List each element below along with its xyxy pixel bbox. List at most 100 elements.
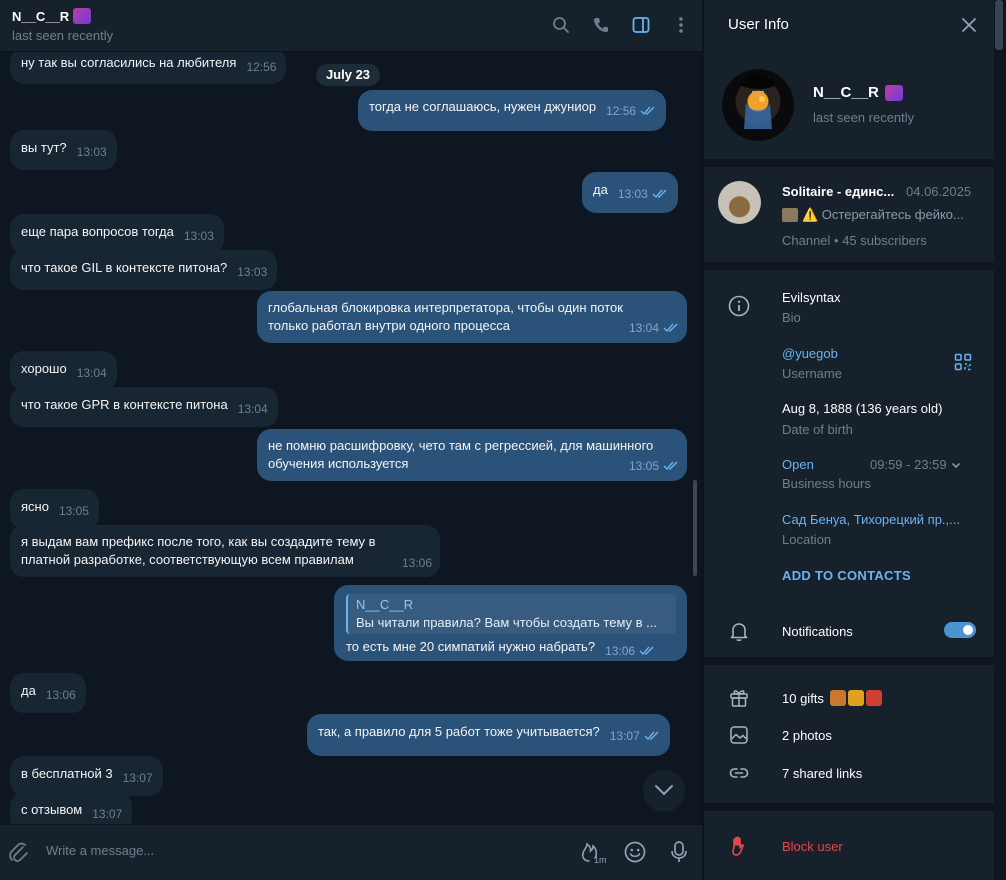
emoji-icon[interactable] bbox=[622, 839, 648, 865]
username-value[interactable]: @yuegob bbox=[782, 346, 838, 361]
phone-call-icon[interactable] bbox=[590, 14, 612, 36]
sidebar-toggle-icon[interactable] bbox=[630, 14, 652, 36]
read-checks-icon bbox=[652, 186, 668, 204]
link-icon bbox=[728, 762, 750, 784]
message-list[interactable]: July 23 ну так вы согласились на любител… bbox=[0, 52, 702, 824]
bio-value: Evilsyntax bbox=[782, 290, 841, 305]
block-hand-icon bbox=[728, 835, 750, 857]
message-time: 13:05 bbox=[628, 459, 659, 473]
business-hours-dropdown[interactable]: 09:59 - 23:59 bbox=[870, 457, 961, 472]
message-incoming[interactable]: вы тут? 13:03 bbox=[10, 130, 117, 170]
message-text: глобальная блокировка интерпретатора, чт… bbox=[268, 300, 623, 333]
message-text: что такое GPR в контексте питона bbox=[21, 397, 228, 412]
message-text: с отзывом bbox=[21, 802, 83, 817]
microphone-icon[interactable] bbox=[666, 839, 692, 865]
chat-title[interactable]: N__C__R bbox=[12, 8, 92, 24]
message-incoming[interactable]: с отзывом 13:07 bbox=[10, 792, 133, 824]
message-text: не помню расшифровку, чето там с регресс… bbox=[268, 438, 654, 471]
message-time: 13:07 bbox=[92, 807, 123, 821]
premium-emoji-icon bbox=[884, 84, 903, 101]
message-incoming[interactable]: ну так вы согласились на любителя 12:56 bbox=[10, 52, 287, 84]
shared-links-row[interactable]: 7 shared links bbox=[782, 766, 862, 781]
message-time: 13:06 bbox=[401, 556, 432, 570]
message-outgoing[interactable]: глобальная блокировка интерпретатора, чт… bbox=[257, 291, 687, 343]
message-time: 13:04 bbox=[76, 366, 107, 380]
message-input[interactable]: Write a message... bbox=[46, 843, 154, 858]
message-incoming[interactable]: да 13:06 bbox=[10, 673, 86, 713]
date-separator: July 23 bbox=[316, 64, 380, 86]
message-time: 12:56 bbox=[246, 60, 277, 74]
message-text: в бесплатной 3 bbox=[21, 766, 113, 781]
profile-name-text: N__C__R bbox=[813, 84, 879, 101]
toggle-knob bbox=[961, 623, 975, 637]
message-incoming[interactable]: в бесплатной 3 13:07 bbox=[10, 756, 163, 796]
channel-preview-text: ⚠️ Остерегайтесь фейко... bbox=[802, 207, 964, 222]
birth-date-value: Aug 8, 1888 (136 years old) bbox=[782, 401, 943, 416]
panel-title: User Info bbox=[728, 16, 789, 33]
premium-emoji-icon bbox=[73, 8, 92, 24]
message-incoming[interactable]: что такое GPR в контексте питона 13:04 bbox=[10, 387, 278, 427]
channel-avatar[interactable] bbox=[718, 181, 761, 224]
reply-author: N__C__R bbox=[356, 597, 414, 612]
slowmode-timer-icon[interactable]: 1m bbox=[578, 839, 608, 865]
message-outgoing-reply[interactable]: N__C__R Вы читали правила? Вам чтобы соз… bbox=[334, 585, 687, 661]
message-text: вы тут? bbox=[21, 140, 67, 155]
location-label: Location bbox=[782, 532, 832, 547]
chat-scrollbar[interactable] bbox=[693, 480, 697, 576]
qr-code-icon[interactable] bbox=[954, 353, 972, 371]
header-actions bbox=[550, 14, 692, 36]
business-hours-time: 09:59 - 23:59 bbox=[870, 457, 947, 472]
message-outgoing[interactable]: не помню расшифровку, чето там с регресс… bbox=[257, 429, 687, 481]
reply-quote[interactable]: N__C__R Вы читали правила? Вам чтобы соз… bbox=[346, 594, 676, 634]
chat-status: last seen recently bbox=[12, 28, 114, 43]
more-menu-icon[interactable] bbox=[670, 14, 692, 36]
message-incoming[interactable]: я выдам вам префикс после того, как вы с… bbox=[10, 525, 440, 577]
info-icon bbox=[728, 295, 750, 317]
channel-name[interactable]: Solitaire - единс... bbox=[782, 184, 902, 199]
reply-text: Вы читали правила? Вам чтобы создать тем… bbox=[356, 615, 658, 630]
block-user-button[interactable]: Block user bbox=[782, 839, 843, 854]
scroll-to-bottom-button[interactable] bbox=[643, 770, 685, 812]
message-outgoing[interactable]: тогда не соглашаюсь, нужен джуниор 12:56 bbox=[358, 90, 667, 131]
attach-icon[interactable] bbox=[6, 839, 32, 865]
message-time: 13:04 bbox=[628, 321, 659, 335]
message-incoming[interactable]: ясно 13:05 bbox=[10, 489, 99, 529]
message-text: еще пара вопросов тогда bbox=[21, 224, 174, 239]
notifications-label: Notifications bbox=[782, 624, 853, 639]
profile-name: N__C__R bbox=[813, 84, 903, 101]
photos-row[interactable]: 2 photos bbox=[782, 728, 832, 743]
message-incoming[interactable]: что такое GIL в контексте питона? 13:03 bbox=[10, 250, 278, 290]
read-checks-icon bbox=[663, 458, 679, 476]
add-to-contacts-button[interactable]: ADD TO CONTACTS bbox=[782, 568, 911, 583]
bell-icon bbox=[728, 620, 750, 642]
message-incoming[interactable]: хорошо 13:04 bbox=[10, 351, 117, 391]
message-text: тогда не соглашаюсь, нужен джуниор bbox=[369, 99, 597, 114]
message-incoming[interactable]: еще пара вопросов тогда 13:03 bbox=[10, 214, 224, 254]
search-icon[interactable] bbox=[550, 14, 572, 36]
message-text: ясно bbox=[21, 499, 49, 514]
message-time: 13:06 bbox=[605, 644, 636, 658]
message-outgoing[interactable]: так, а правило для 5 работ тоже учитывае… bbox=[307, 714, 670, 756]
bio-label: Bio bbox=[782, 310, 801, 325]
gift-emoji-icon bbox=[865, 690, 882, 706]
business-hours-status[interactable]: Open bbox=[782, 457, 814, 472]
message-time: 13:03 bbox=[237, 265, 268, 279]
message-text: ну так вы согласились на любителя bbox=[21, 55, 237, 70]
gifts-row[interactable]: 10 gifts bbox=[782, 690, 882, 706]
message-outgoing[interactable]: да 13:03 bbox=[582, 172, 678, 213]
message-composer[interactable]: Write a message... 1m bbox=[0, 824, 702, 880]
section-divider bbox=[704, 159, 995, 167]
close-icon[interactable] bbox=[960, 16, 978, 34]
location-value[interactable]: Сад Бенуа, Тихорецкий пр.,... bbox=[782, 512, 970, 527]
profile-avatar[interactable] bbox=[722, 69, 794, 141]
panel-scrollbar-thumb[interactable] bbox=[995, 0, 1003, 50]
birth-date-label: Date of birth bbox=[782, 422, 853, 437]
gift-icon bbox=[728, 686, 750, 708]
chat-title-text[interactable]: N__C__R bbox=[12, 9, 69, 24]
gifts-count[interactable]: 10 gifts bbox=[782, 691, 824, 706]
message-time: 13:07 bbox=[609, 729, 640, 743]
section-divider bbox=[704, 803, 995, 811]
notifications-toggle[interactable] bbox=[944, 622, 976, 638]
channel-preview: ⚠️ Остерегайтесь фейко... bbox=[782, 207, 978, 223]
chat-header[interactable]: N__C__R last seen recently bbox=[0, 0, 702, 52]
